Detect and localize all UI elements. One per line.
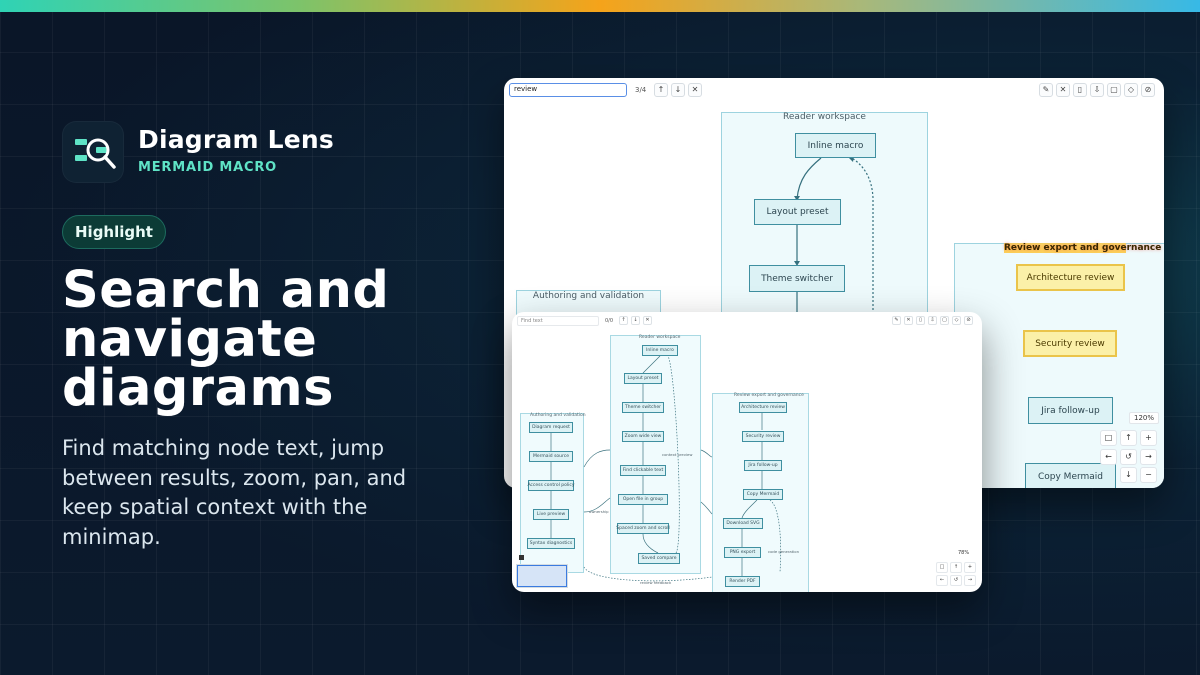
node-layout-preset[interactable]: Layout preset — [754, 199, 841, 225]
overview-node-security-review[interactable]: Security review — [742, 431, 784, 442]
pan-left-button[interactable]: ← — [1100, 449, 1117, 465]
overview-node-layout-preset[interactable]: Layout preset — [624, 373, 662, 384]
node-architecture-review[interactable]: Architecture review — [1016, 264, 1125, 291]
overview-node-inline-macro[interactable]: Inline macro — [642, 345, 678, 356]
node-theme-switcher[interactable]: Theme switcher — [749, 265, 845, 292]
overview-node-access-policy[interactable]: Access control policy — [527, 480, 575, 491]
overview-node-open-group[interactable]: Open file in group — [618, 494, 668, 505]
feature-pill: Highlight — [62, 215, 166, 249]
node-inline-macro[interactable]: Inline macro — [795, 133, 876, 158]
overview-pan-right-button[interactable]: → — [964, 575, 976, 586]
overview-node-mermaid-source[interactable]: Mermaid source — [529, 451, 573, 462]
overview-node-spaced-review[interactable]: Spaced zoom and scroll — [616, 523, 670, 534]
fit-view-button[interactable]: □ — [1100, 430, 1117, 446]
overview-node-find-clickable[interactable]: Find clickable text — [620, 465, 666, 476]
zoom-in-button[interactable]: + — [1140, 430, 1157, 446]
overview-node-download-svg[interactable]: Download SVG — [723, 518, 763, 529]
node-copy-mermaid[interactable]: Copy Mermaid — [1025, 463, 1116, 488]
headline: Search and navigate diagrams — [62, 261, 390, 418]
overview-reset-button[interactable]: ↺ — [950, 575, 962, 586]
overview-node-theme-switcher[interactable]: Theme switcher — [622, 402, 664, 413]
brand-subtitle: MERMAID MACRO — [138, 160, 277, 175]
pan-up-button[interactable]: ↑ — [1120, 430, 1137, 446]
overview-node-zoom-wide[interactable]: Zoom wide view — [622, 431, 664, 442]
brand-title: Diagram Lens — [138, 125, 335, 154]
zoom-out-button[interactable]: − — [1140, 467, 1157, 483]
top-gradient-bar — [0, 0, 1200, 12]
overview-edge-label-review: review feedback — [640, 580, 672, 585]
pan-right-button[interactable]: → — [1140, 449, 1157, 465]
minimap-viewport[interactable] — [517, 565, 567, 587]
cluster-label-authoring: Authoring and validation — [532, 291, 645, 301]
diagram-window-overview: Find text 0/0 ↑ ↓ ✕ ✎ ✕ ▯ ⇩ ▢ ◇ ⊘ Reader… — [512, 312, 982, 592]
node-security-review[interactable]: Security review — [1023, 330, 1117, 357]
minimap-toggle-icon[interactable] — [519, 555, 524, 560]
reset-view-button[interactable]: ↺ — [1120, 449, 1137, 465]
overview-edge-label-codegen: code generation — [768, 549, 800, 554]
description: Find matching node text, jump between re… — [62, 436, 407, 549]
overview-node-jira-followup[interactable]: Jira follow-up — [744, 460, 782, 471]
node-jira-followup[interactable]: Jira follow-up — [1028, 397, 1113, 424]
overview-node-render-pdf[interactable]: Render PDF — [725, 576, 760, 587]
pan-down-button[interactable]: ↓ — [1120, 467, 1137, 483]
overview-node-syntax-diagnostics[interactable]: Syntax diagnostics — [527, 538, 575, 549]
overview-edge-label-ownership: ownership — [589, 509, 609, 514]
overview-node-live-preview[interactable]: Live preview — [533, 509, 569, 520]
overview-node-architecture-review[interactable]: Architecture review — [739, 402, 787, 413]
overview-node-copy-mermaid[interactable]: Copy Mermaid — [743, 489, 783, 500]
overview-node-pdf-export[interactable]: PNG export — [724, 547, 761, 558]
app-logo — [62, 121, 124, 183]
overview-node-diagram-request[interactable]: Diagram request — [529, 422, 573, 433]
overview-node-saved-compare[interactable]: Saved compare — [638, 553, 680, 564]
overview-zoom-in-button[interactable]: + — [964, 562, 976, 573]
cluster-label-review: Review export and governance — [1004, 243, 1162, 253]
overview-edge-label-context: context preview — [662, 452, 693, 457]
magnifier-diagram-icon — [75, 138, 116, 169]
overview-pan-up-button[interactable]: ↑ — [950, 562, 962, 573]
zoom-level: 120% — [1129, 412, 1159, 424]
minimap[interactable] — [516, 564, 568, 588]
overview-zoom-level: 78% — [958, 550, 970, 556]
overview-fit-button[interactable]: □ — [936, 562, 948, 573]
overview-pan-left-button[interactable]: ← — [936, 575, 948, 586]
